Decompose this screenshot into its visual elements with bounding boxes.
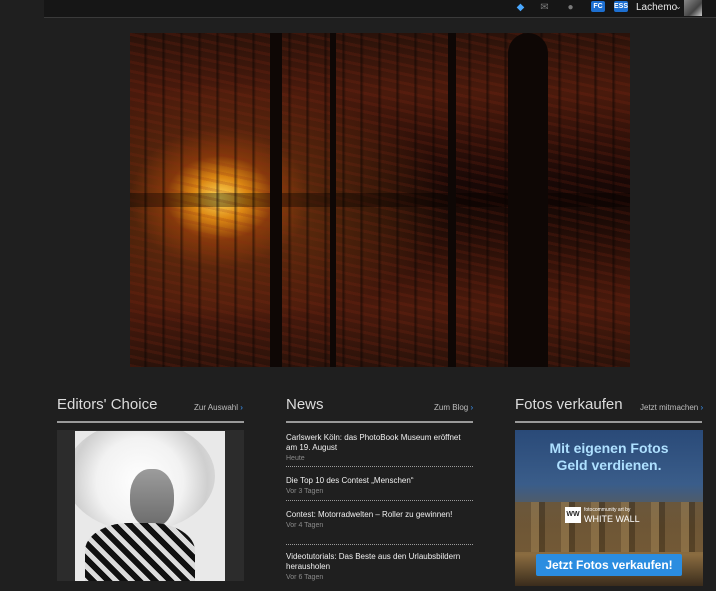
ess-badge[interactable]: ESS: [614, 1, 628, 12]
news-headline[interactable]: Carlswerk Köln: das PhotoBook Museum erö…: [286, 433, 473, 453]
chevron-down-icon[interactable]: ⌄: [675, 2, 682, 11]
news-date: Vor 6 Tagen: [286, 574, 324, 581]
photo-tree-trunk: [270, 33, 282, 367]
news-blog-link[interactable]: Zum Blog ›: [434, 403, 473, 412]
news-separator: [286, 466, 473, 467]
photo-tree-trunk: [508, 33, 548, 367]
news-separator: [286, 544, 473, 545]
news-item[interactable]: Carlswerk Köln: das PhotoBook Museum erö…: [286, 433, 473, 462]
divider: [515, 421, 702, 423]
news-date: Vor 3 Tagen: [286, 488, 324, 495]
chevron-right-icon: ›: [240, 403, 243, 412]
ad-headline: Mit eigenen Fotos Geld verdienen.: [515, 440, 703, 474]
editors-choice-link-label[interactable]: Zur Auswahl: [194, 403, 238, 412]
username[interactable]: Lachemo: [636, 2, 677, 13]
news-blog-link-label[interactable]: Zum Blog: [434, 403, 468, 412]
sell-photos-ad[interactable]: Mit eigenen Fotos Geld verdienen. WW fot…: [515, 430, 703, 586]
divider: [57, 421, 244, 423]
news-separator: [286, 500, 473, 501]
brand-small-text: fotocommunity art by: [584, 507, 631, 513]
chat-icon[interactable]: ●: [564, 1, 577, 14]
news-headline[interactable]: Contest: Motorradwelten – Roller zu gewi…: [286, 510, 473, 520]
photo-reflection-line: [130, 193, 630, 207]
chevron-right-icon: ›: [470, 403, 474, 412]
mail-icon[interactable]: ✉: [538, 1, 551, 14]
news-item[interactable]: Contest: Motorradwelten – Roller zu gewi…: [286, 510, 473, 529]
editors-choice-title: Editors' Choice: [57, 396, 158, 413]
news-item[interactable]: Videotutorials: Das Beste aus den Urlaub…: [286, 552, 473, 581]
editors-choice-photo[interactable]: [75, 431, 225, 581]
fc-badge[interactable]: FC: [591, 1, 605, 12]
news-date: Heute: [286, 455, 305, 462]
chevron-right-icon: ›: [700, 403, 704, 412]
top-bar: ◆ ✉ ● FC ESS Lachemo ⌄: [44, 0, 716, 18]
photo-tree-trunk: [448, 33, 456, 367]
sell-photos-title: Fotos verkaufen: [515, 396, 623, 413]
sell-photos-button[interactable]: Jetzt Fotos verkaufen!: [536, 554, 682, 576]
whitewall-logo: WW fotocommunity art by WHITE WALL: [565, 505, 655, 527]
news-date: Vor 4 Tagen: [286, 522, 324, 529]
news-title: News: [286, 396, 324, 413]
sell-photos-link-label[interactable]: Jetzt mitmachen: [640, 403, 698, 412]
news-headline[interactable]: Die Top 10 des Contest „Menschen“: [286, 476, 473, 486]
photo-tree-trunk: [330, 33, 336, 367]
avatar[interactable]: [684, 0, 702, 16]
featured-photo[interactable]: [130, 33, 630, 367]
divider: [286, 421, 473, 423]
brand-name: WHITE WALL: [584, 514, 640, 524]
news-item[interactable]: Die Top 10 des Contest „Menschen“ Vor 3 …: [286, 476, 473, 495]
whitewall-logo-icon: WW: [565, 507, 581, 523]
ad-headline-line1: Mit eigenen Fotos: [549, 440, 669, 456]
editors-choice-link[interactable]: Zur Auswahl ›: [194, 403, 243, 412]
news-headline[interactable]: Videotutorials: Das Beste aus den Urlaub…: [286, 552, 473, 572]
sell-photos-link[interactable]: Jetzt mitmachen ›: [640, 403, 703, 412]
ad-headline-line2: Geld verdienen.: [556, 457, 662, 473]
diamond-icon[interactable]: ◆: [514, 1, 527, 14]
